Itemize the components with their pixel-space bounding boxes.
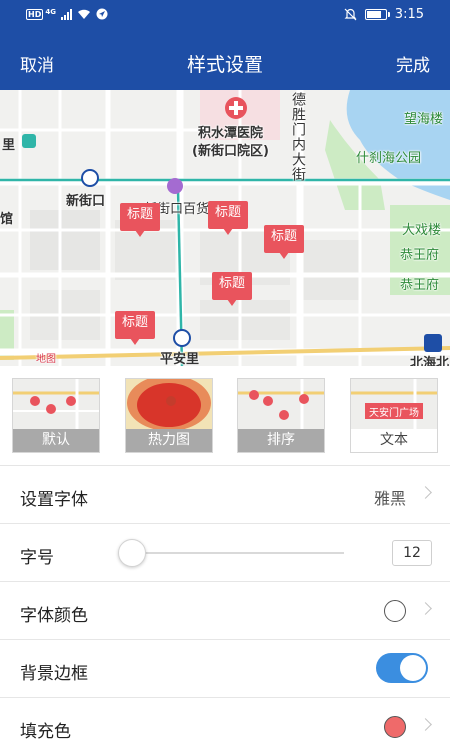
map-baidu-logo: 地图 — [36, 354, 56, 365]
map-marker[interactable]: 标题 — [120, 203, 160, 237]
style-option-label: 默认 — [13, 429, 99, 452]
fill-color-row[interactable]: 填充色 — [0, 698, 450, 750]
style-option-text[interactable]: 天安门广场 文本 — [350, 378, 438, 453]
map-label-hospital: 积水潭医院 — [198, 126, 264, 141]
fill-color-swatch — [384, 716, 406, 738]
map-label-hospital-branch: (新街口院区) — [192, 144, 269, 159]
map-marker[interactable]: 标题 — [212, 272, 252, 306]
style-option-label: 热力图 — [126, 429, 212, 452]
map-label-guan: 馆 — [0, 212, 14, 227]
map-preview[interactable]: 积水潭医院 (新街口院区) 德胜门内大街 望海楼 什刹海公园 新街口 新街口百货… — [0, 90, 450, 366]
font-setting-label: 设置字体 — [20, 490, 88, 510]
chevron-right-icon — [419, 486, 432, 499]
default-thumbnail — [13, 379, 99, 429]
signal-icon — [60, 8, 72, 20]
toggle-knob — [400, 655, 426, 681]
font-size-slider[interactable] — [118, 538, 344, 568]
slider-track — [130, 552, 344, 554]
map-label-gongwangfu: 恭王府 — [400, 248, 440, 263]
network-type: 4G — [45, 7, 56, 16]
chevron-right-icon — [419, 718, 432, 731]
style-option-sort[interactable]: 排序 — [237, 378, 325, 453]
status-right: 3:15 — [344, 7, 424, 22]
map-label-beihai: 北海北 — [410, 356, 450, 366]
map-marker[interactable]: 标题 — [208, 201, 248, 235]
status-left: HD 4G — [26, 8, 108, 20]
bg-border-row: 背景边框 — [0, 640, 450, 698]
map-label-wanghai: 望海楼 — [404, 112, 444, 127]
map-label-xinjiekou: 新街口 — [66, 194, 106, 209]
font-size-row: 字号 12 — [0, 524, 450, 582]
map-marker[interactable]: 标题 — [264, 225, 304, 259]
style-options: 默认 热力图 排序 天安门广场 文本 — [0, 366, 450, 466]
fill-color-label: 填充色 — [20, 722, 71, 742]
font-color-label: 字体颜色 — [20, 606, 88, 626]
hd-badge: HD — [26, 8, 44, 20]
sort-thumbnail — [238, 379, 324, 429]
style-option-default[interactable]: 默认 — [12, 378, 100, 453]
font-color-row[interactable]: 字体颜色 — [0, 582, 450, 640]
done-button[interactable]: 完成 — [396, 51, 430, 76]
bg-border-toggle[interactable] — [376, 653, 428, 683]
style-option-label: 排序 — [238, 429, 324, 452]
font-value: 雅黑 — [373, 489, 406, 508]
style-option-heatmap[interactable]: 热力图 — [125, 378, 213, 453]
style-option-label: 文本 — [351, 429, 437, 452]
font-setting-row[interactable]: 设置字体 雅黑 — [0, 466, 450, 524]
mute-bell-icon — [344, 8, 357, 21]
font-size-label: 字号 — [20, 548, 54, 568]
chevron-right-icon — [419, 602, 432, 615]
slider-thumb[interactable] — [118, 539, 146, 567]
map-label-shichahai: 什刹海公园 — [356, 151, 422, 166]
wifi-icon — [77, 9, 90, 19]
bg-border-label: 背景边框 — [20, 664, 88, 684]
map-label-pinganli: 平安里 — [160, 352, 200, 366]
nav-bar: 取消 样式设置 完成 — [0, 32, 450, 90]
font-size-value[interactable]: 12 — [392, 540, 432, 566]
map-marker[interactable]: 标题 — [115, 311, 155, 345]
map-label-li: 里 — [2, 138, 16, 153]
battery-icon — [364, 9, 390, 20]
map-label-gongwangfu-2: 恭王府 — [400, 278, 440, 293]
location-icon — [96, 8, 108, 20]
heatmap-thumbnail — [126, 379, 212, 429]
font-color-swatch — [384, 600, 406, 622]
map-label-road: 德胜门内大街 — [290, 92, 306, 182]
page-title: 样式设置 — [186, 54, 263, 76]
status-bar: HD 4G 3:15 — [0, 0, 450, 32]
text-thumbnail-label: 天安门广场 — [369, 408, 419, 419]
clock: 3:15 — [394, 7, 424, 22]
map-label-daxilou: 大戏楼 — [402, 223, 442, 238]
